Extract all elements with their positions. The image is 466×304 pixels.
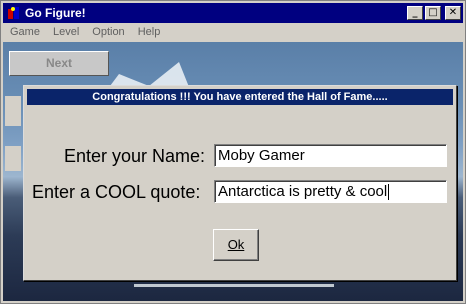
app-window: Go Figure! _ □ ✕ Game Level Option Help … bbox=[0, 0, 466, 304]
maximize-button[interactable]: □ bbox=[425, 6, 441, 20]
text-caret bbox=[388, 184, 390, 201]
ok-button-label: Ok bbox=[227, 237, 245, 252]
quote-input-value: Antarctica is pretty & cool bbox=[218, 183, 388, 200]
ok-button[interactable]: Ok bbox=[213, 229, 259, 261]
name-input-value: Moby Gamer bbox=[218, 147, 305, 164]
menu-level[interactable]: Level bbox=[46, 26, 85, 38]
minimize-button[interactable]: _ bbox=[407, 6, 423, 20]
menu-help[interactable]: Help bbox=[131, 26, 167, 38]
quote-input[interactable]: Antarctica is pretty & cool bbox=[214, 180, 447, 203]
close-button[interactable]: ✕ bbox=[445, 6, 461, 20]
side-panel bbox=[5, 146, 21, 171]
next-button[interactable]: Next bbox=[9, 51, 109, 76]
quote-label: Enter a COOL quote: bbox=[32, 182, 201, 202]
title-bar[interactable]: Go Figure! _ □ ✕ bbox=[3, 3, 463, 23]
hall-of-fame-dialog: Congratulations !!! You have entered the… bbox=[23, 85, 457, 281]
menu-option[interactable]: Option bbox=[85, 26, 130, 38]
side-panel bbox=[5, 96, 21, 126]
menu-bar: Game Level Option Help bbox=[3, 23, 463, 41]
app-icon bbox=[6, 5, 22, 21]
window-title: Go Figure! bbox=[25, 6, 86, 20]
dialog-title: Congratulations !!! You have entered the… bbox=[27, 89, 453, 105]
name-input[interactable]: Moby Gamer bbox=[214, 144, 447, 167]
name-label: Enter your Name: bbox=[64, 146, 206, 166]
menu-game[interactable]: Game bbox=[3, 26, 46, 38]
ground-line bbox=[134, 284, 334, 287]
